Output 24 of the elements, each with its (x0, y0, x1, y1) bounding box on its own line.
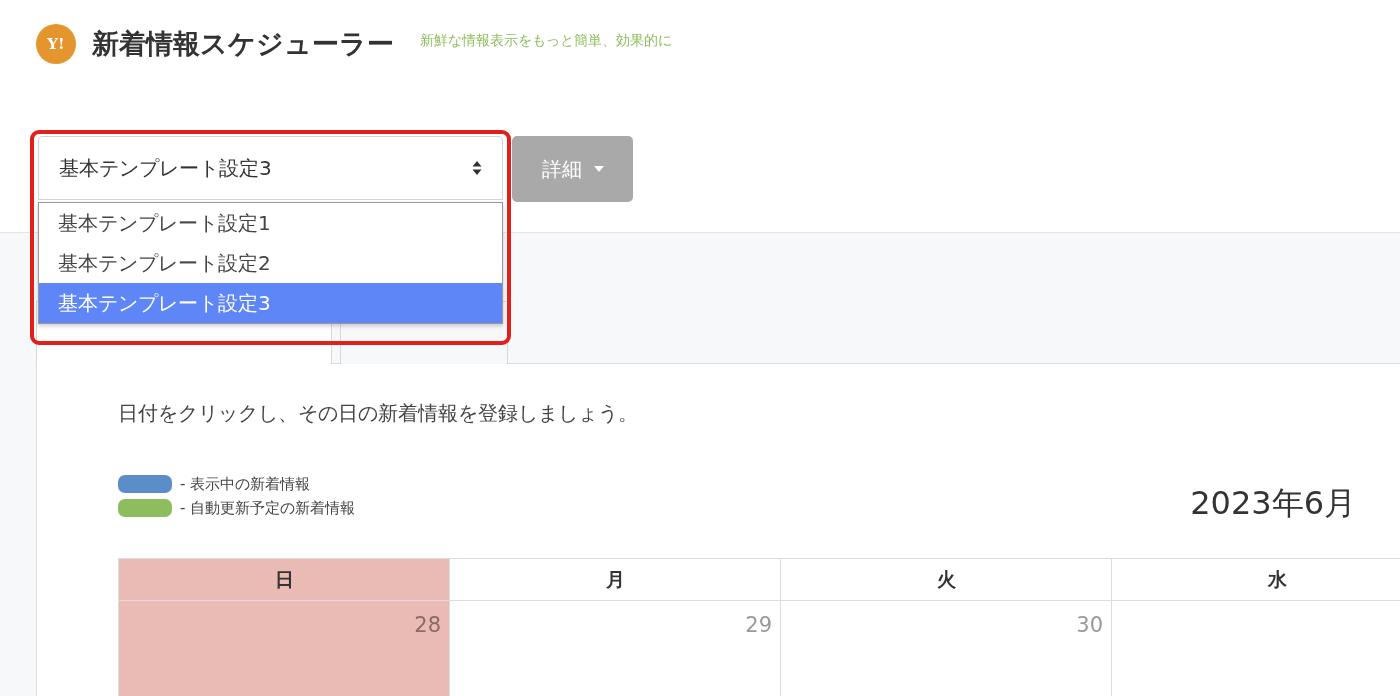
day-cell[interactable]: 28 (119, 601, 450, 696)
weekday-header: 水 (1112, 559, 1400, 601)
day-cell[interactable]: 30 (781, 601, 1112, 696)
weekday-header: 月 (450, 559, 781, 601)
day-cell[interactable]: 29 (450, 601, 781, 696)
instruction-text: 日付をクリックし、その日の新着情報を登録しましょう。 (118, 400, 639, 427)
weekday-header: 火 (781, 559, 1112, 601)
logo: Y! (36, 24, 76, 64)
dropdown-option[interactable]: 基本テンプレート設定1 (39, 203, 502, 243)
tagline: 新鮮な情報表示をもっと簡単、効果的に (420, 32, 672, 50)
app-title: 新着情報スケジューラー (92, 27, 394, 61)
weekday-header: 日 (119, 559, 450, 601)
legend-label: - 表示中の新着情報 (180, 474, 311, 494)
dropdown-option[interactable]: 基本テンプレート設定3 (39, 283, 502, 323)
legend-label: - 自動更新予定の新着情報 (180, 498, 356, 518)
details-button[interactable]: 詳細 (512, 136, 633, 202)
caret-icon (593, 166, 604, 172)
sort-icon (472, 160, 482, 176)
dropdown-option[interactable]: 基本テンプレート設定2 (39, 243, 502, 283)
template-select[interactable]: 基本テンプレート設定3 (38, 136, 503, 200)
day-number: 28 (414, 613, 441, 639)
month-title: 2023年6月 (1190, 483, 1356, 524)
day-number: 29 (745, 613, 772, 639)
day-number: 30 (1076, 613, 1103, 639)
